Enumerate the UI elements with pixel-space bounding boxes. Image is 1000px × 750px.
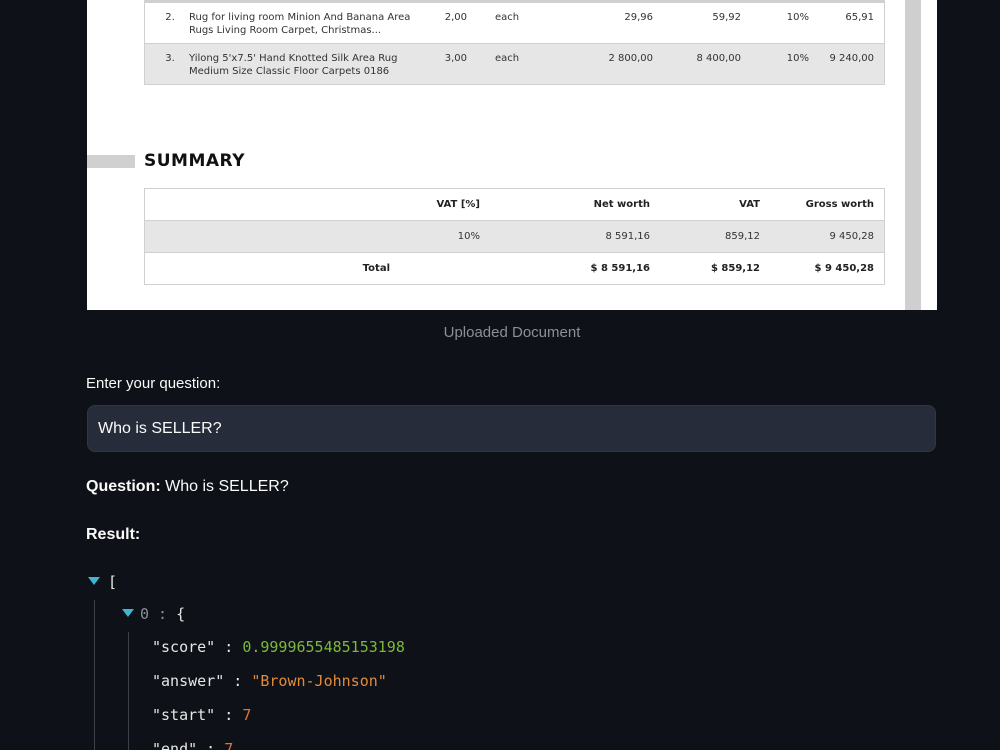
summary-header-gross: Gross worth <box>770 188 885 221</box>
item-description-cell: Yilong 5'x7.5' Hand Knotted Silk Area Ru… <box>189 53 398 77</box>
json-separator: : <box>215 638 243 656</box>
item-qty-cell: 2,00 <box>444 12 467 23</box>
summary-net: 8 591,16 <box>490 220 660 253</box>
caret-down-icon[interactable] <box>122 609 134 617</box>
json-key: "end" <box>152 740 198 750</box>
json-field: "start" : 7 <box>152 706 251 724</box>
item-no-cell: 3. <box>144 43 185 85</box>
json-indent-guide <box>128 632 129 750</box>
json-viewer: [ 0 : { "score" : 0.9999655485153198 "ans… <box>86 568 946 750</box>
json-separator: : <box>224 672 252 690</box>
item-net-cell: 8 400,00 <box>696 53 741 64</box>
summary-vat-pct: 10% <box>390 220 490 253</box>
question-input-label: Enter your question: <box>86 375 221 392</box>
json-value: 7 <box>224 740 234 750</box>
table-row: 3. Yilong 5'x7.5' Hand Knotted Silk Area … <box>144 43 885 85</box>
json-field: "end" : 7 <box>152 740 233 750</box>
summary-total-gross: $ 9 450,28 <box>770 252 885 285</box>
item-um-cell: each <box>495 53 520 64</box>
image-caption: Uploaded Document <box>443 324 581 341</box>
summary-header-vat-pct: VAT [%] <box>390 188 490 221</box>
json-value: 7 <box>242 706 252 724</box>
table-row: 2. Rug for living room Minion And Banana … <box>144 3 885 44</box>
json-key: "answer" <box>152 672 225 690</box>
summary-total-net: $ 8 591,16 <box>490 252 660 285</box>
item-vat-cell: 10% <box>786 53 809 64</box>
items-table: 2. Rug for living room Minion And Banana … <box>144 3 885 85</box>
summary-header-vat: VAT <box>660 188 770 221</box>
app-page: 2. Rug for living room Minion And Banana … <box>0 0 1000 750</box>
summary-row: 10% 8 591,16 859,12 9 450,28 <box>144 220 885 253</box>
json-value: "Brown-Johnson" <box>251 672 387 690</box>
summary-total-vat: $ 859,12 <box>660 252 770 285</box>
item-net-cell: 59,92 <box>712 12 741 23</box>
summary-title: SUMMARY <box>144 151 246 171</box>
json-indent-guide <box>94 600 95 750</box>
question-prefix: Question: <box>86 478 161 495</box>
json-value: 0.9999655485153198 <box>242 638 405 656</box>
item-price-cell: 2 800,00 <box>608 53 653 64</box>
item-no-cell: 2. <box>144 3 185 44</box>
json-key: "start" <box>152 706 216 724</box>
json-open-brace: { <box>176 605 186 623</box>
summary-bar <box>87 155 135 168</box>
summary-header-row: VAT [%] Net worth VAT Gross worth <box>144 188 885 221</box>
summary-table: VAT [%] Net worth VAT Gross worth 10% 8 … <box>144 188 885 285</box>
json-separator: : <box>215 706 243 724</box>
question-text: Who is SELLER? <box>160 478 289 495</box>
item-um-cell: each <box>495 12 520 23</box>
summary-total-row: Total $ 8 591,16 $ 859,12 $ 9 450,28 <box>144 252 885 285</box>
item-description-cell: Rug for living room Minion And Banana Ar… <box>189 12 411 36</box>
json-index-label: 0 : <box>140 605 168 623</box>
item-vat-cell: 10% <box>786 12 809 23</box>
caret-down-icon[interactable] <box>88 577 100 585</box>
summary-vat: 859,12 <box>660 220 770 253</box>
summary-header-net: Net worth <box>490 188 660 221</box>
question-input[interactable] <box>87 405 936 452</box>
result-label: Result: <box>86 526 141 543</box>
summary-gross: 9 450,28 <box>770 220 885 253</box>
json-key: "score" <box>152 638 216 656</box>
item-gross-cell: 65,91 <box>813 3 885 44</box>
json-open-bracket: [ <box>108 573 118 591</box>
summary-total-label: Total <box>144 252 390 285</box>
json-field: "answer" : "Brown-Johnson" <box>152 672 387 690</box>
json-field: "score" : 0.9999655485153198 <box>152 638 405 656</box>
json-separator: : <box>197 740 225 750</box>
question-echo: Question: Who is SELLER? <box>86 478 289 496</box>
item-gross-cell: 9 240,00 <box>813 43 885 85</box>
item-price-cell: 29,96 <box>624 12 653 23</box>
item-qty-cell: 3,00 <box>444 53 467 64</box>
document-scrollbar <box>905 0 921 310</box>
uploaded-document-image: 2. Rug for living room Minion And Banana … <box>87 0 937 310</box>
